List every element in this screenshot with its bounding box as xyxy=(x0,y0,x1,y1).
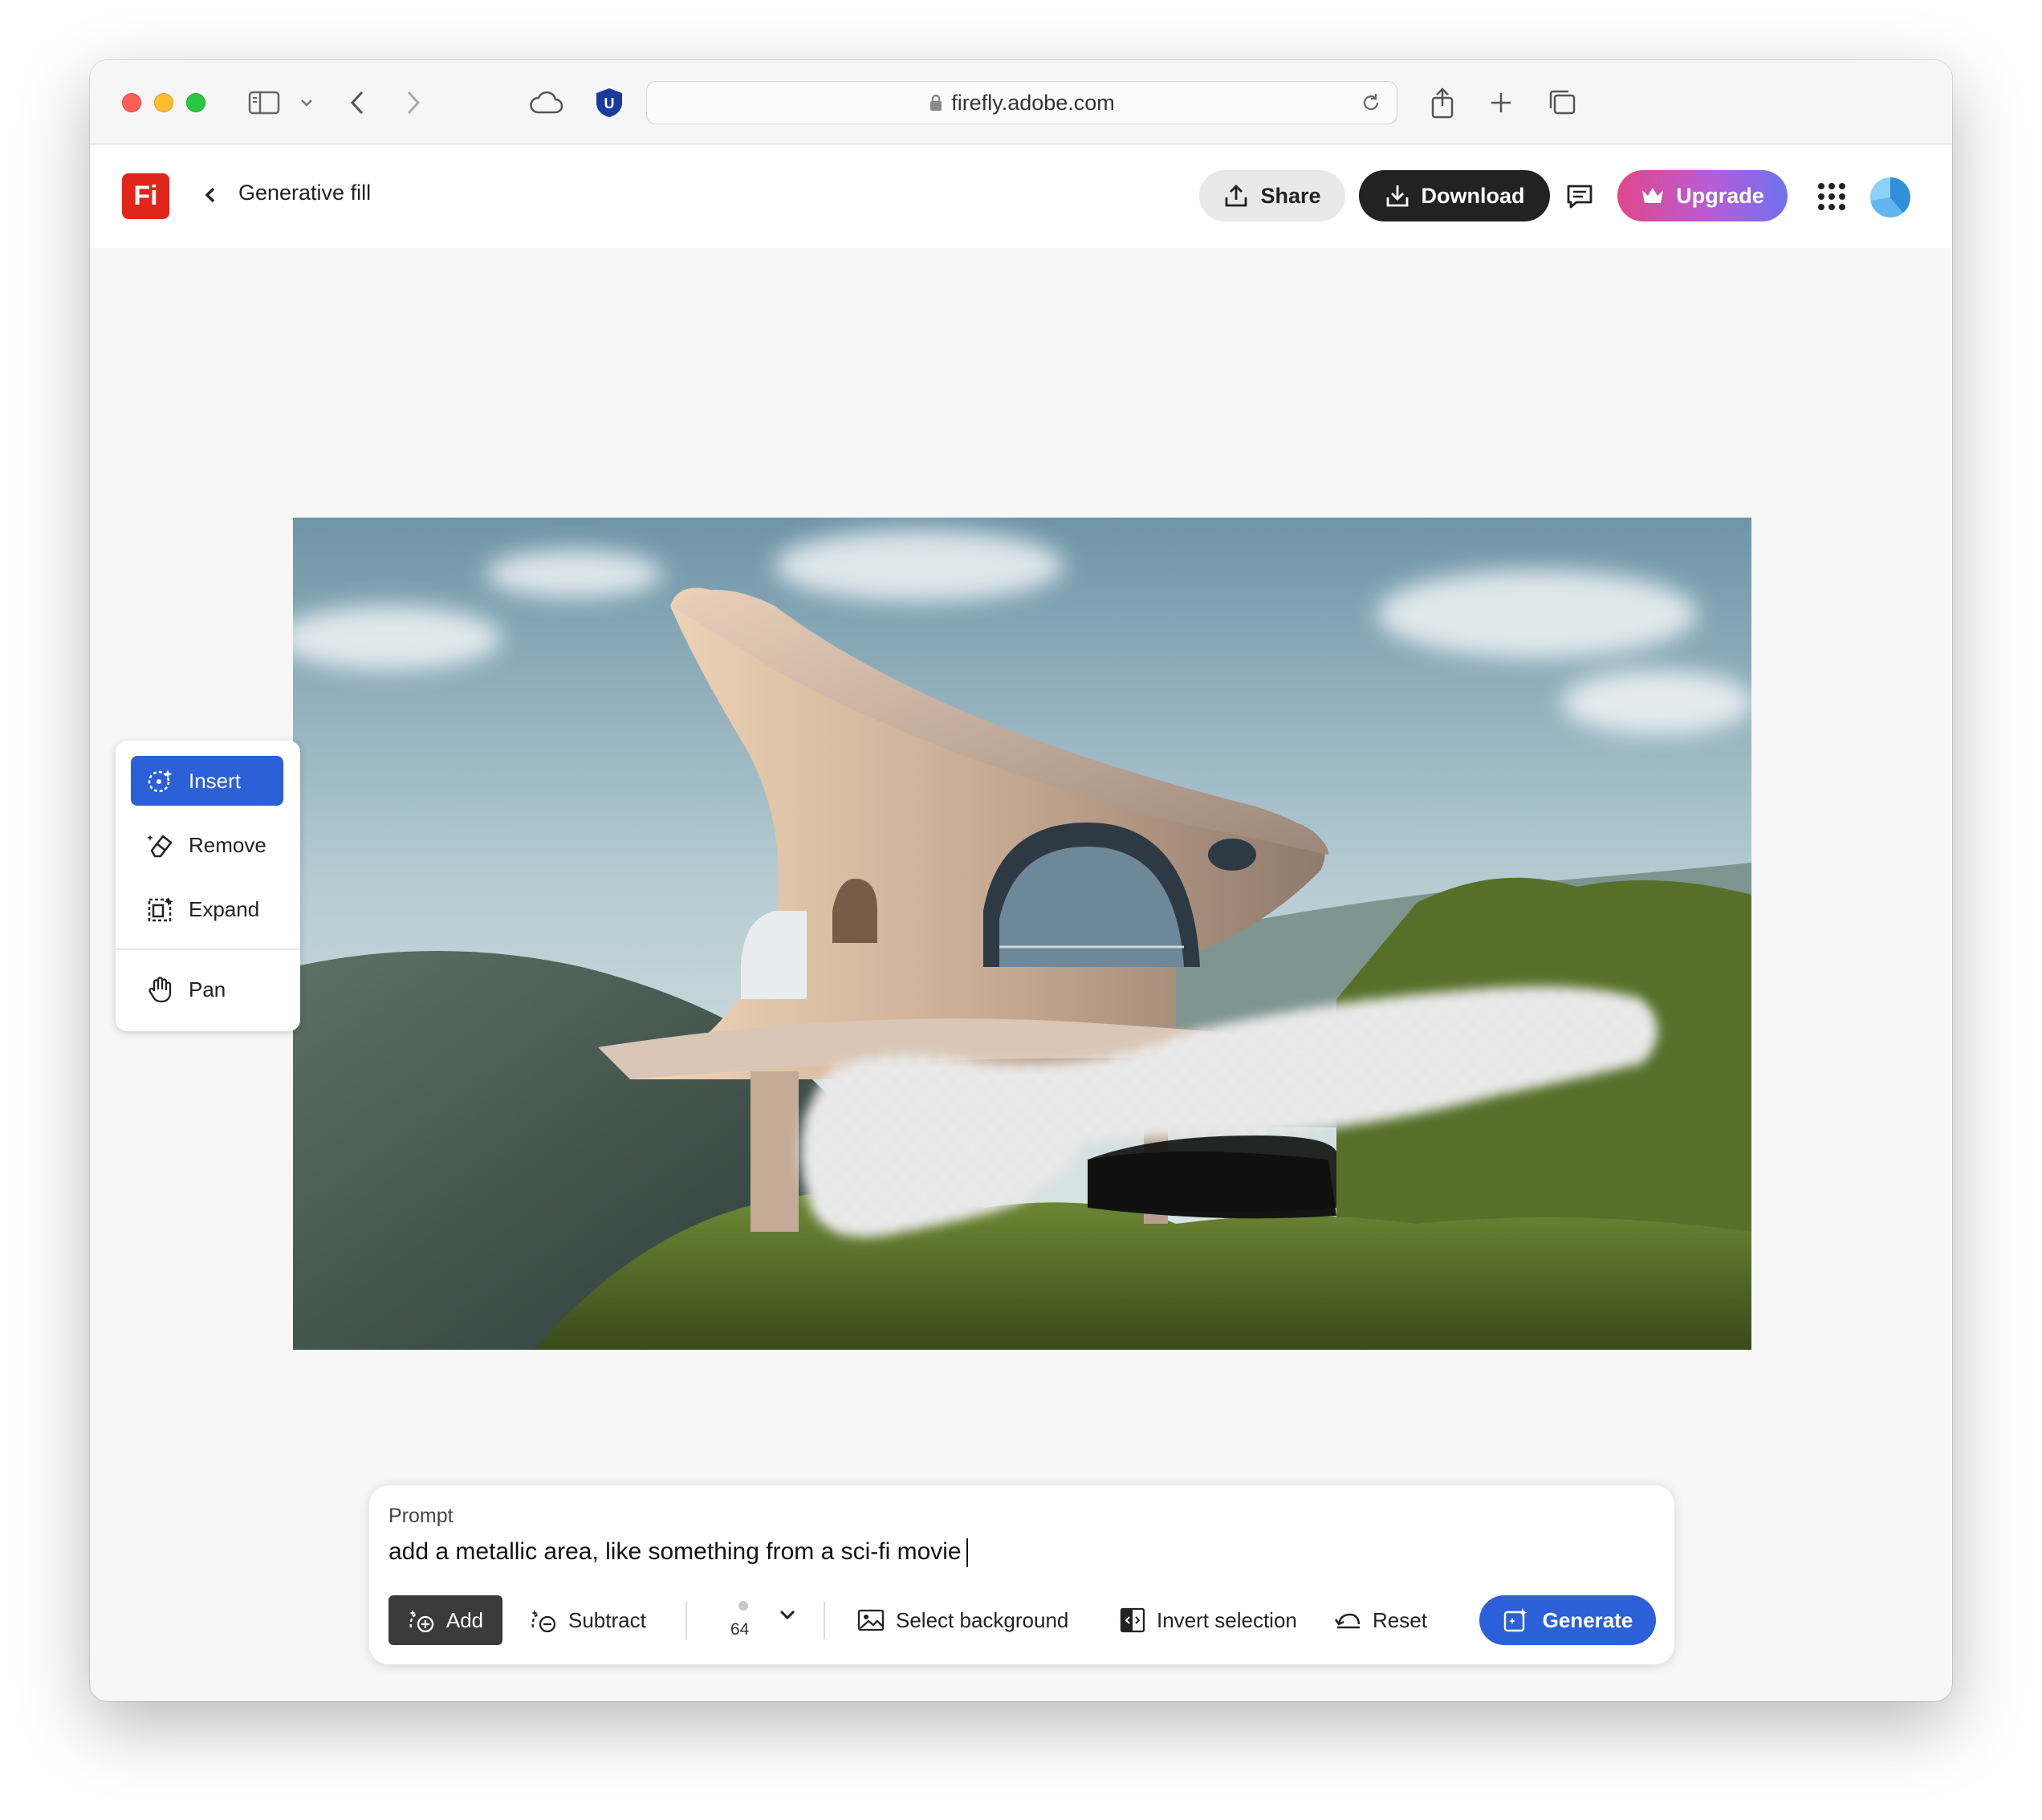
add-brush-icon xyxy=(409,1610,434,1633)
share-label: Share xyxy=(1260,183,1321,208)
prompt-bar: Prompt add a metallic area, like somethi… xyxy=(369,1485,1674,1664)
remove-tool-button[interactable]: Remove xyxy=(131,820,283,870)
select-background-button[interactable]: Select background xyxy=(857,1595,1068,1645)
upgrade-button[interactable]: Upgrade xyxy=(1617,170,1788,221)
close-window-button[interactable] xyxy=(122,93,141,112)
text-caret xyxy=(966,1538,968,1568)
tool-divider xyxy=(116,949,300,950)
subtract-brush-icon xyxy=(531,1610,556,1633)
brush-size-value: 64 xyxy=(730,1620,750,1639)
lock-icon xyxy=(930,94,942,111)
share-button[interactable]: Share xyxy=(1199,170,1345,221)
zoom-window-button[interactable] xyxy=(186,93,205,112)
generate-icon xyxy=(1503,1608,1527,1632)
cloud-icon[interactable] xyxy=(527,84,566,121)
canvas-image[interactable] xyxy=(293,518,1751,1350)
house-artwork-image xyxy=(293,518,1751,1350)
expand-label: Expand xyxy=(189,896,260,921)
page-title: Generative fill xyxy=(238,181,372,205)
url-text: firefly.adobe.com xyxy=(951,90,1115,115)
app-header: Fi Generative fill Share Download Upgrad… xyxy=(90,145,1952,248)
subtract-selection-button[interactable]: Subtract xyxy=(530,1595,646,1645)
prompt-label: Prompt xyxy=(388,1505,454,1527)
back-arrow-icon[interactable] xyxy=(345,84,369,121)
svg-text:U: U xyxy=(604,95,615,112)
browser-window: U firefly.adobe.com Fi Generative fill S… xyxy=(90,60,1952,1701)
insert-label: Insert xyxy=(189,768,242,793)
expand-icon xyxy=(148,897,173,922)
toolbar-divider xyxy=(685,1601,687,1639)
prompt-input[interactable]: add a metallic area, like something from… xyxy=(388,1538,968,1568)
generate-button[interactable]: Generate xyxy=(1479,1595,1656,1645)
tool-panel: Insert Remove Expand Pan xyxy=(116,741,300,1031)
crown-icon xyxy=(1642,188,1664,203)
download-icon xyxy=(1386,185,1408,207)
download-label: Download xyxy=(1421,183,1525,208)
add-label: Add xyxy=(445,1607,484,1632)
toolbar-divider xyxy=(824,1601,825,1639)
hand-icon xyxy=(148,977,172,1003)
add-selection-button[interactable]: Add xyxy=(388,1595,502,1645)
brush-size-control[interactable]: 64 xyxy=(722,1598,787,1646)
brush-preview-dot xyxy=(738,1601,748,1611)
download-button[interactable]: Download xyxy=(1359,170,1550,221)
chevron-down-icon[interactable] xyxy=(779,1609,796,1624)
pan-tool-button[interactable]: Pan xyxy=(131,965,283,1014)
generate-label: Generate xyxy=(1542,1607,1633,1632)
back-chevron-icon[interactable] xyxy=(201,181,218,213)
reload-icon[interactable] xyxy=(1360,91,1382,114)
invert-selection-label: Invert selection xyxy=(1157,1607,1297,1632)
browser-toolbar: U firefly.adobe.com xyxy=(90,60,1952,144)
eraser-icon xyxy=(147,835,173,858)
invert-selection-icon xyxy=(1120,1607,1145,1633)
insert-icon xyxy=(148,770,173,793)
select-background-label: Select background xyxy=(896,1607,1069,1632)
pan-label: Pan xyxy=(189,977,226,1001)
upload-icon xyxy=(1226,185,1247,207)
extension-shield-icon[interactable]: U xyxy=(592,84,627,121)
new-tab-icon[interactable] xyxy=(1487,84,1515,121)
sidebar-toggle-icon[interactable] xyxy=(246,84,282,121)
forward-arrow-icon[interactable] xyxy=(401,84,425,121)
reset-label: Reset xyxy=(1373,1607,1427,1632)
expand-tool-button[interactable]: Expand xyxy=(131,884,283,934)
subtract-label: Subtract xyxy=(568,1607,646,1632)
prompt-value: add a metallic area, like something from… xyxy=(388,1538,962,1565)
image-icon xyxy=(857,1609,885,1631)
firefly-logo[interactable]: Fi xyxy=(122,173,169,219)
app-switcher-grid-icon[interactable] xyxy=(1817,182,1846,215)
minimize-window-button[interactable] xyxy=(154,93,173,112)
address-bar[interactable]: firefly.adobe.com xyxy=(646,81,1397,124)
share-sheet-icon[interactable] xyxy=(1428,84,1457,121)
tab-overview-icon[interactable] xyxy=(1546,84,1578,121)
invert-selection-button[interactable]: Invert selection xyxy=(1120,1595,1297,1645)
upgrade-label: Upgrade xyxy=(1676,183,1764,208)
comment-icon[interactable] xyxy=(1565,182,1594,215)
undo-icon xyxy=(1334,1613,1361,1629)
chevron-down-icon[interactable] xyxy=(297,84,316,121)
user-avatar[interactable] xyxy=(1870,177,1910,217)
remove-label: Remove xyxy=(189,832,266,857)
reset-button[interactable]: Reset xyxy=(1334,1595,1427,1645)
insert-tool-button[interactable]: Insert xyxy=(131,756,283,806)
